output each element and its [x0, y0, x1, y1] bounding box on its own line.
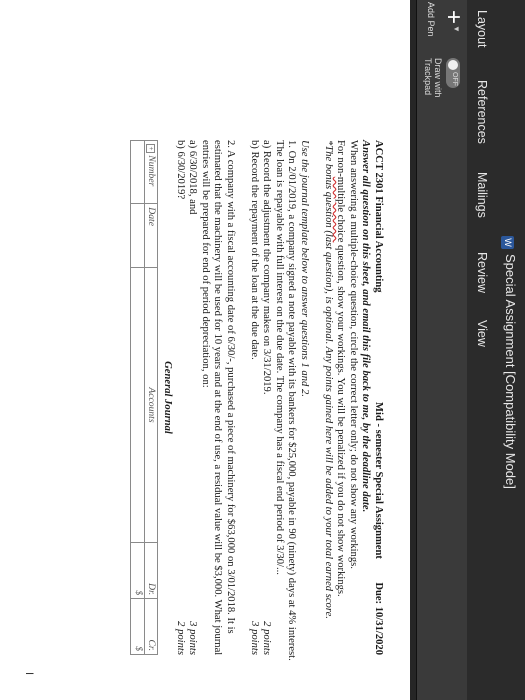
trackpad-toggle[interactable]: OFF — [446, 58, 460, 88]
question-2a-text: a) 6/30/2018, and — [187, 140, 199, 215]
journal-header-number: + Number — [144, 140, 158, 204]
chevron-down-icon[interactable]: ▼ — [452, 25, 461, 33]
tab-mailings[interactable]: Mailings — [475, 172, 489, 218]
instruction-3: For non-multiple choice question, show y… — [334, 140, 347, 655]
question-1a-text: a) Record the adjustment the company mak… — [261, 140, 273, 395]
journal-header-cr: Cr. — [144, 598, 158, 655]
header-line: ACCT 2301 Financial Accounting Mid - sem… — [371, 140, 384, 655]
question-1-line-2: The loan is repayable with full interest… — [273, 140, 285, 575]
toggle-state-label: OFF — [451, 72, 458, 86]
course-title: ACCT 2301 Financial Accounting — [373, 140, 384, 293]
journal-cell-number[interactable] — [130, 140, 145, 204]
question-2b-text: b) 6/30/2019? — [174, 140, 186, 200]
draw-with-trackpad-label: Draw with Trackpad — [423, 58, 443, 98]
instruction-2: When answering a multiple-choice questio… — [347, 140, 359, 569]
window-title: W Special Assignment [Compatibility Mode] — [501, 236, 518, 489]
question-2-line-2: estimated that the machinery will be use… — [212, 140, 224, 656]
window-title-text: Special Assignment [Compatibility Mode] — [503, 254, 518, 489]
question-1a-points: 2 points — [261, 621, 273, 655]
journal-table[interactable]: + Number Date Accounts Dr. Cr. $ $ — [130, 140, 158, 655]
tab-review[interactable]: Review — [475, 252, 489, 293]
journal-header-number-label: Number — [146, 155, 158, 187]
add-pen-button[interactable]: Add Pen — [426, 2, 436, 37]
question-2a: a) 6/30/2018, and 3 points — [186, 140, 199, 655]
instruction-3-underlined: multiple choice — [335, 176, 347, 243]
question-2-line-1: 2. A company with a fiscal accounting da… — [225, 140, 237, 634]
document-page[interactable]: ACCT 2301 Financial Accounting Mid - sem… — [0, 0, 410, 700]
journal-title: General Journal — [162, 361, 174, 434]
instruction-3-pre: For non- — [335, 140, 347, 177]
ribbon-tabs: Layout References Mailings Review View — [467, 0, 495, 700]
journal-cell-cr[interactable]: $ — [130, 598, 145, 655]
journal-cell-accounts[interactable] — [130, 267, 145, 543]
question-1b: b) Record the repayment of the loan at t… — [247, 140, 260, 655]
question-1b-points: 3 points — [248, 621, 260, 655]
due-date: Due: 10/31/2020 — [373, 582, 384, 655]
word-doc-icon: W — [501, 236, 514, 249]
question-2-line-3: entries will be prepared for end of peri… — [199, 140, 211, 388]
question-1-line-1: 1. On 2/01/2019, a company signed a note… — [286, 140, 298, 661]
question-1b-text: b) Record the repayment of the loan at t… — [248, 140, 260, 360]
document-body[interactable]: ACCT 2301 Financial Accounting Mid - sem… — [130, 140, 384, 661]
journal-header-accounts: Accounts — [144, 267, 158, 543]
question-2a-points: 3 points — [187, 621, 199, 655]
instruction-1: Answer all question on this sheet, and e… — [360, 140, 372, 513]
draw-with-line1: Draw with — [433, 58, 443, 98]
text-cursor-icon: I — [23, 672, 35, 676]
journal-header-row: + Number Date Accounts Dr. Cr. — [144, 140, 158, 655]
table-row[interactable]: $ $ — [130, 140, 145, 655]
tab-view[interactable]: View — [475, 320, 489, 347]
journal-cell-dr[interactable]: $ — [130, 542, 145, 599]
word-window: W Special Assignment [Compatibility Mode]… — [0, 0, 525, 700]
journal-header-date: Date — [144, 203, 158, 268]
plus-icon[interactable]: + — [439, 10, 467, 24]
template-note: Use the journal template below to answer… — [299, 140, 311, 397]
question-2b: b) 6/30/2019? 2 points — [173, 140, 186, 655]
ribbon-draw: + ▼ Add Pen OFF Draw with Trackpad — [416, 0, 467, 700]
question-2b-points: 2 points — [174, 621, 186, 655]
table-move-handle-icon[interactable]: + — [146, 144, 156, 153]
tab-layout[interactable]: Layout — [475, 10, 489, 48]
tab-references[interactable]: References — [475, 80, 489, 144]
title-bar: W Special Assignment [Compatibility Mode] — [495, 0, 525, 700]
assignment-title: Mid - semester Special Assignment — [373, 402, 384, 559]
document-canvas: ACCT 2301 Financial Accounting Mid - sem… — [0, 0, 416, 700]
instruction-3-post: question, show your workings. You will b… — [335, 242, 347, 597]
question-1a: a) Record the adjustment the company mak… — [260, 140, 273, 655]
journal-cell-date[interactable] — [130, 203, 145, 268]
instruction-4: *The bonus question (last question), is … — [322, 140, 334, 619]
draw-with-line2: Trackpad — [423, 58, 433, 96]
journal-header-dr: Dr. — [144, 542, 158, 599]
toggle-knob — [448, 60, 458, 70]
